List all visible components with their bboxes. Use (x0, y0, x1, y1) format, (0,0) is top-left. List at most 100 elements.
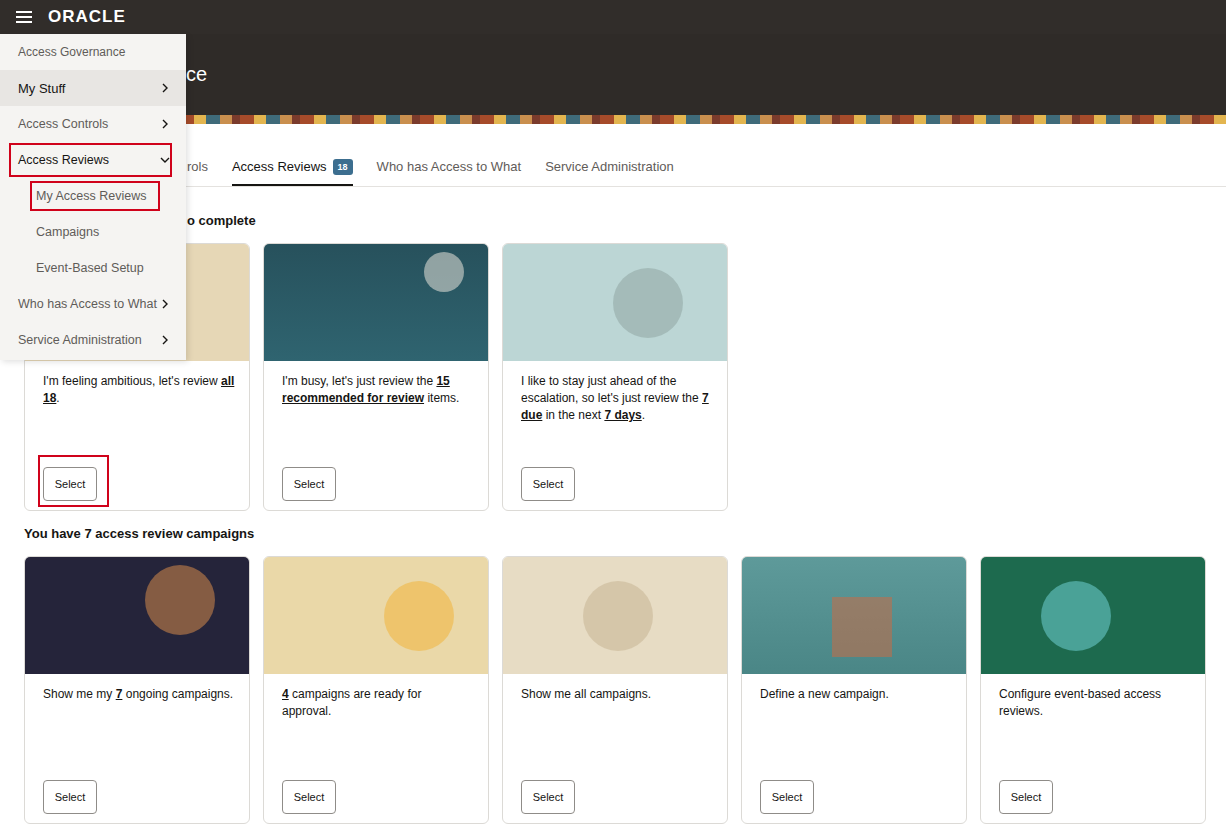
menu-item[interactable]: My Access Reviews (0, 178, 186, 214)
card-text: I'm feeling ambitious, let's review all … (43, 373, 235, 407)
tab[interactable]: rols (187, 158, 208, 186)
oracle-logo[interactable]: ORACLE (48, 7, 126, 27)
chevron-right-icon (160, 83, 170, 93)
card-row: Show me my 7 ongoing campaigns.Select4 c… (24, 556, 1226, 824)
select-button[interactable]: Select (282, 467, 336, 501)
card-body: I'm busy, let's just review the 15 recom… (264, 361, 488, 510)
menu-label: Event-Based Setup (36, 261, 144, 275)
menu-item[interactable]: Access Reviews (0, 142, 186, 178)
tab[interactable]: Service Administration (545, 158, 674, 186)
card-body: I'm feeling ambitious, let's review all … (25, 361, 249, 510)
tab[interactable]: Who has Access to What (377, 158, 522, 186)
menu-item-box: Campaigns (30, 217, 113, 247)
card-body: Define a new campaign. Select (742, 674, 966, 823)
card-text-part: Define a new campaign. (760, 687, 889, 701)
select-button[interactable]: Select (43, 780, 97, 814)
illustration-shape (613, 268, 683, 338)
campaign-card: Configure event-based access reviews. Sel… (980, 556, 1206, 824)
button-frame: Select (755, 768, 826, 820)
chevron-right-icon (160, 299, 170, 309)
menu-label: Who has Access to What (18, 297, 157, 311)
menu-label: Access Reviews (18, 153, 109, 167)
tab-label: Access Reviews (232, 158, 327, 176)
menu-item[interactable]: Who has Access to What (0, 286, 186, 322)
card-body: Show me all campaigns. Select (503, 674, 727, 823)
menu-item-box: Event-Based Setup (30, 253, 158, 283)
select-button[interactable]: Select (282, 780, 336, 814)
card-row: I'm feeling ambitious, let's review all … (24, 243, 1226, 511)
menu-label: My Stuff (18, 81, 65, 96)
card-text-part: ongoing campaigns. (122, 687, 233, 701)
card-text-part: Configure event-based access reviews. (999, 687, 1161, 718)
menu-item-box: Service Administration (9, 323, 172, 357)
campaign-card: Show me my 7 ongoing campaigns. Select (24, 556, 250, 824)
illustration (981, 557, 1205, 674)
button-frame: Select (38, 768, 109, 820)
menu-label: Service Administration (18, 333, 142, 347)
campaign-card: Show me all campaigns. Select (502, 556, 728, 824)
card-text-part: . (56, 391, 59, 405)
section-heading: o complete (24, 213, 1226, 229)
navigation-menu: Access Governance My Stuff Access Controls… (0, 34, 186, 360)
button-frame: Select (516, 768, 587, 820)
card-text-part: Show me my (43, 687, 116, 701)
review-card: I like to stay just ahead of the escalat… (502, 243, 728, 511)
top-bar: ORACLE (0, 0, 1226, 34)
menu-item-box: Who has Access to What (9, 287, 172, 321)
menu-label: My Access Reviews (36, 189, 146, 203)
card-text-part: I'm busy, let's just review the (282, 374, 436, 388)
menu-label: Access Controls (18, 117, 108, 131)
select-button[interactable]: Select (999, 780, 1053, 814)
card-text-part: I'm feeling ambitious, let's review (43, 374, 221, 388)
illustration (503, 244, 727, 361)
illustration-shape (145, 565, 215, 635)
card-text-part: in the next (542, 408, 604, 422)
select-button[interactable]: Select (521, 467, 575, 501)
card-body: 4 campaigns are ready for approval. Selec… (264, 674, 488, 823)
card-text-part: items. (424, 391, 459, 405)
menu-item[interactable]: Access Governance (0, 34, 186, 70)
card-text: Configure event-based access reviews. (999, 686, 1191, 720)
chevron-right-icon (160, 335, 170, 345)
illustration-shape (832, 597, 892, 657)
button-frame: Select (38, 455, 109, 507)
select-button[interactable]: Select (760, 780, 814, 814)
card-text: 4 campaigns are ready for approval. (282, 686, 474, 720)
tab-label: Who has Access to What (377, 158, 522, 176)
menu-item-box: Access Governance (9, 35, 172, 69)
illustration-shape (1041, 581, 1111, 651)
menu-item[interactable]: My Stuff (0, 70, 186, 106)
select-button[interactable]: Select (521, 780, 575, 814)
card-text: I'm busy, let's just review the 15 recom… (282, 373, 474, 407)
menu-item[interactable]: Campaigns (0, 214, 186, 250)
button-frame: Select (516, 455, 587, 507)
illustration (264, 557, 488, 674)
illustration-shape (583, 581, 653, 651)
page-title: ce (186, 63, 207, 86)
card-text: Show me my 7 ongoing campaigns. (43, 686, 235, 703)
select-button[interactable]: Select (43, 467, 97, 501)
campaign-card: 4 campaigns are ready for approval. Selec… (263, 556, 489, 824)
card-text-part: . (642, 408, 645, 422)
card-text: I like to stay just ahead of the escalat… (521, 373, 713, 424)
section-heading: You have 7 access review campaigns (24, 526, 1226, 542)
card-link[interactable]: 7 (116, 687, 123, 701)
card-text-part: Show me all campaigns. (521, 687, 651, 701)
tab-label: Service Administration (545, 158, 674, 176)
menu-item[interactable]: Event-Based Setup (0, 250, 186, 286)
card-body: I like to stay just ahead of the escalat… (503, 361, 727, 510)
card-body: Show me my 7 ongoing campaigns. Select (25, 674, 249, 823)
card-link[interactable]: 7 days (604, 408, 641, 422)
menu-item[interactable]: Service Administration (0, 322, 186, 358)
page: ORACLE ce rols Access Reviews18 Who has Acce… (0, 0, 1226, 828)
button-frame: Select (994, 768, 1065, 820)
card-text-part: campaigns are ready for approval. (282, 687, 421, 718)
campaigns-section: You have 7 access review campaigns Show m… (0, 511, 1226, 824)
campaign-card: Define a new campaign. Select (741, 556, 967, 824)
menu-item[interactable]: Access Controls (0, 106, 186, 142)
menu-item-box: My Access Reviews (30, 181, 160, 211)
card-link[interactable]: 4 (282, 687, 289, 701)
card-text-part: I like to stay just ahead of the escalat… (521, 374, 702, 405)
hamburger-icon[interactable] (16, 11, 32, 23)
tab[interactable]: Access Reviews18 (232, 158, 353, 186)
